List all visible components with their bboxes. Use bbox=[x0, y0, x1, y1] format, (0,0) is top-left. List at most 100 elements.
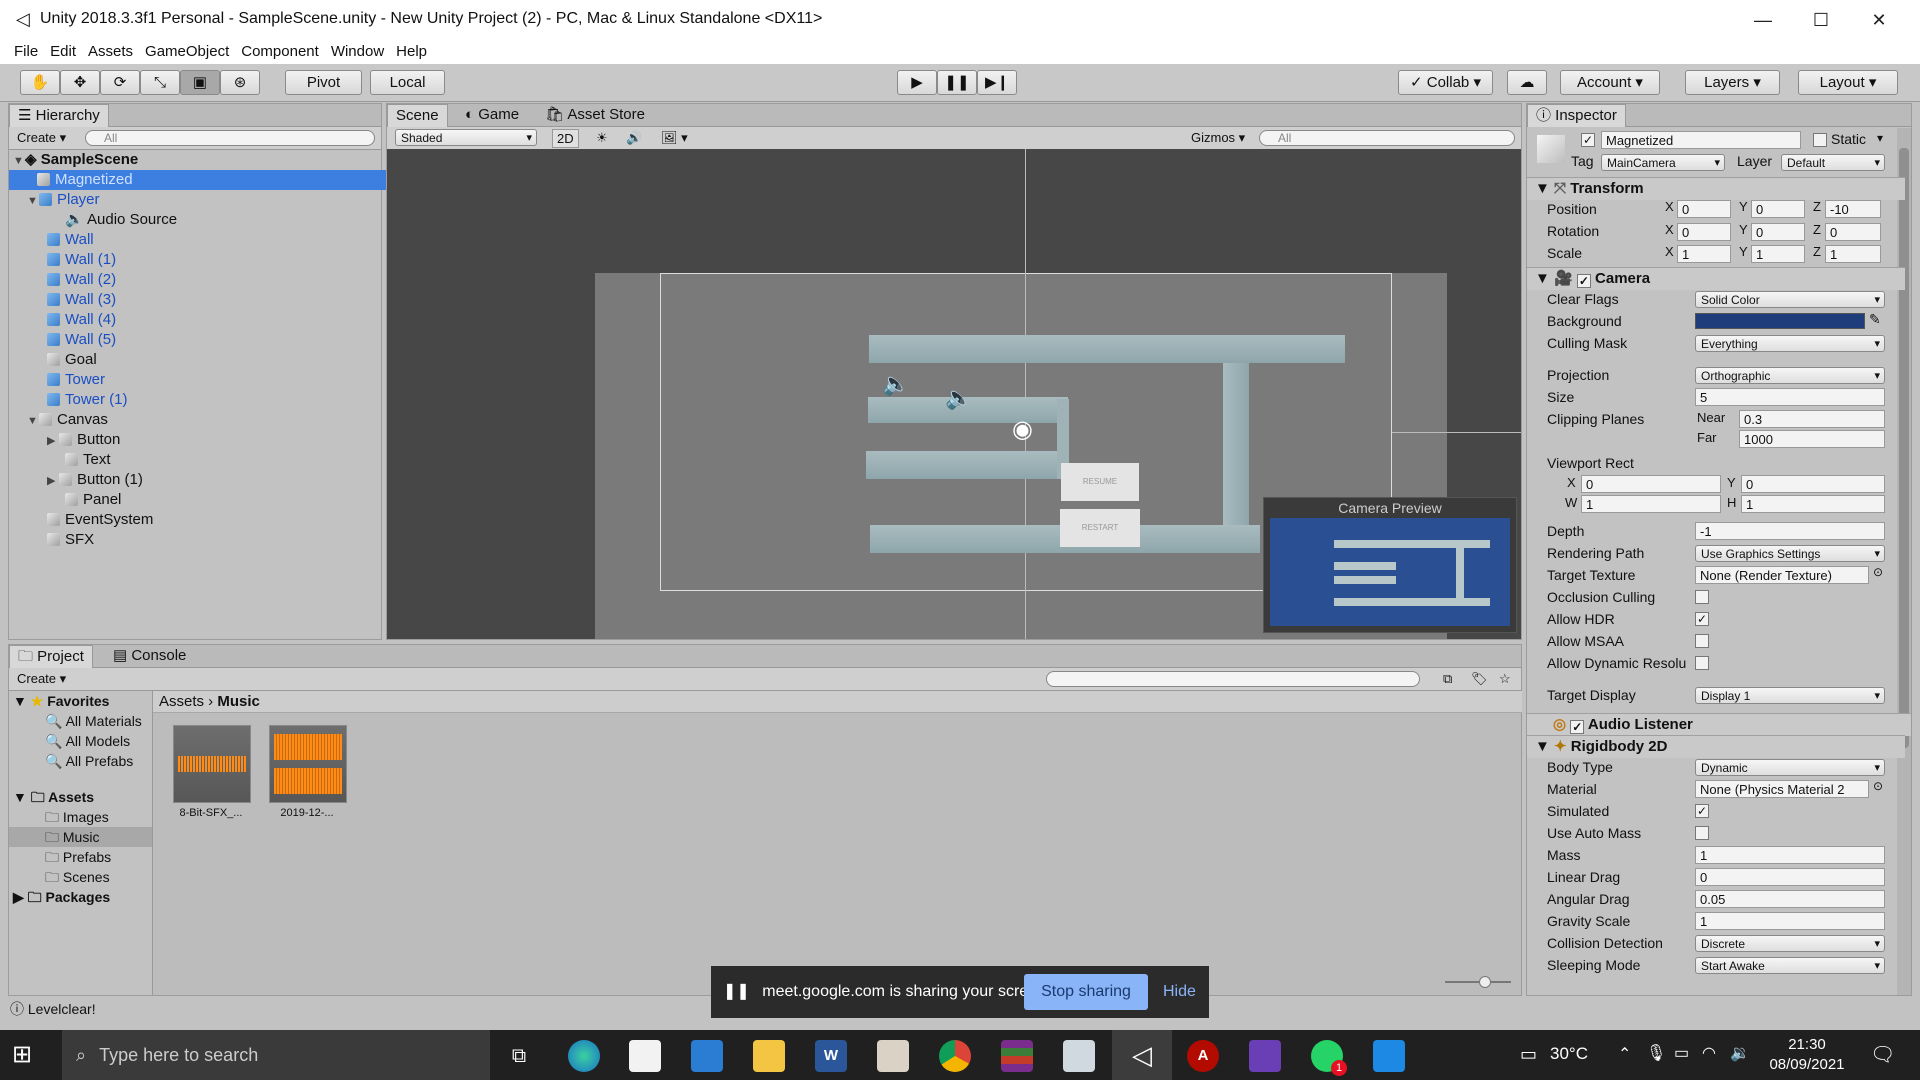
favorite-item[interactable]: 🔍 All Prefabs bbox=[9, 751, 133, 771]
linear-drag-field[interactable]: 0 bbox=[1695, 868, 1885, 886]
packages-folder[interactable]: ▶ 🗀 Packages bbox=[9, 887, 110, 907]
chevron-up-icon[interactable]: ⌃ bbox=[1618, 1044, 1631, 1064]
winrar-icon[interactable] bbox=[1001, 1040, 1033, 1072]
scale-z-field[interactable]: 1 bbox=[1825, 245, 1881, 263]
menu-assets[interactable]: Assets bbox=[82, 40, 139, 64]
microphone-icon[interactable]: 🎙 bbox=[1646, 1043, 1666, 1063]
hide-button[interactable]: Hide bbox=[1163, 966, 1196, 1018]
sleeping-mode-dropdown[interactable]: Start Awake bbox=[1695, 957, 1885, 974]
scene-viewport[interactable]: 🔈 🔈 ◉ RESUME RESTART Camera Preview bbox=[387, 149, 1521, 639]
assets-folder[interactable]: ▼ 🗀 Assets bbox=[9, 787, 94, 807]
zoom-slider[interactable] bbox=[1445, 976, 1511, 988]
rotation-x-field[interactable]: 0 bbox=[1677, 223, 1731, 241]
tab-game[interactable]: ◐ Game bbox=[457, 104, 527, 126]
tab-hierarchy[interactable]: ☰ Hierarchy bbox=[9, 104, 109, 127]
hierarchy-item[interactable]: Wall (4) bbox=[9, 310, 427, 330]
depth-field[interactable]: -1 bbox=[1695, 522, 1885, 540]
asset-tile[interactable]: 8-Bit-SFX_... bbox=[173, 725, 251, 819]
camera-header[interactable]: ▼ 🎥 ✓ Camera bbox=[1527, 267, 1905, 290]
stop-sharing-button[interactable]: Stop sharing bbox=[1024, 974, 1148, 1010]
rendering-path-dropdown[interactable]: Use Graphics Settings bbox=[1695, 545, 1885, 562]
hand-tool-button[interactable]: ✋ bbox=[20, 70, 60, 95]
target-texture-field[interactable]: None (Render Texture) bbox=[1695, 566, 1869, 584]
mail-icon[interactable] bbox=[691, 1040, 723, 1072]
lighting-toggle-icon[interactable]: ☀ bbox=[592, 129, 612, 146]
edge-icon[interactable] bbox=[568, 1040, 600, 1072]
object-picker-icon[interactable]: ⊙ bbox=[1873, 779, 1883, 793]
rotation-z-field[interactable]: 0 bbox=[1825, 223, 1881, 241]
rotate-tool-button[interactable]: ⟳ bbox=[100, 70, 140, 95]
play-button[interactable]: ▶ bbox=[897, 70, 937, 95]
hierarchy-item[interactable]: ▶ Button bbox=[9, 430, 427, 450]
transform-header[interactable]: ▼ ⤧ Transform bbox=[1527, 177, 1905, 200]
app-icon[interactable] bbox=[1063, 1040, 1095, 1072]
camera-enabled-checkbox[interactable]: ✓ bbox=[1576, 274, 1591, 288]
acrobat-icon[interactable]: A bbox=[1187, 1040, 1219, 1072]
near-field[interactable]: 0.3 bbox=[1739, 410, 1885, 428]
viewport-x-field[interactable]: 0 bbox=[1581, 475, 1721, 493]
filter-label-icon[interactable]: 🏷 bbox=[1467, 670, 1492, 687]
account-dropdown[interactable]: Account ▾ bbox=[1560, 70, 1660, 95]
start-button[interactable]: ⊞ bbox=[12, 1042, 38, 1068]
photos-icon[interactable] bbox=[1373, 1040, 1405, 1072]
target-display-dropdown[interactable]: Display 1 bbox=[1695, 687, 1885, 704]
hierarchy-item[interactable]: SFX bbox=[9, 530, 427, 550]
scale-y-field[interactable]: 1 bbox=[1751, 245, 1805, 263]
rotation-y-field[interactable]: 0 bbox=[1751, 223, 1805, 241]
2d-toggle[interactable]: 2D bbox=[552, 129, 579, 148]
photos-app-icon[interactable] bbox=[877, 1040, 909, 1072]
hierarchy-create-button[interactable]: Create ▾ bbox=[13, 129, 70, 146]
use-auto-mass-checkbox[interactable] bbox=[1695, 826, 1709, 840]
file-explorer-icon[interactable] bbox=[753, 1040, 785, 1072]
taskbar-search-input[interactable]: ⌕ Type here to search bbox=[62, 1030, 490, 1080]
tab-console[interactable]: ▤ Console bbox=[105, 645, 194, 667]
status-message[interactable]: Levelclear! bbox=[28, 1001, 96, 1017]
tag-dropdown[interactable]: MainCamera bbox=[1601, 154, 1725, 171]
hierarchy-item[interactable]: Wall (1) bbox=[9, 250, 427, 270]
inspector-scrollbar[interactable] bbox=[1897, 128, 1911, 995]
gravity-scale-field[interactable]: 1 bbox=[1695, 912, 1885, 930]
project-search-input[interactable] bbox=[1046, 671, 1420, 687]
breadcrumb-music[interactable]: Music bbox=[217, 693, 260, 710]
viewport-w-field[interactable]: 1 bbox=[1581, 495, 1721, 513]
temperature[interactable]: 30°C bbox=[1550, 1044, 1588, 1064]
collab-dropdown[interactable]: ✓ Collab ▾ bbox=[1398, 70, 1493, 95]
culling-mask-dropdown[interactable]: Everything bbox=[1695, 335, 1885, 352]
folder-item[interactable]: 🗀 Scenes bbox=[9, 867, 110, 887]
volume-icon[interactable]: 🔉 bbox=[1730, 1043, 1750, 1063]
asset-tile[interactable]: 2019-12-... bbox=[269, 725, 347, 819]
weather-icon[interactable]: ▭ bbox=[1520, 1044, 1537, 1065]
scale-x-field[interactable]: 1 bbox=[1677, 245, 1731, 263]
hierarchy-item[interactable]: Tower bbox=[9, 370, 427, 390]
menu-edit[interactable]: Edit bbox=[44, 40, 82, 64]
simulated-checkbox[interactable]: ✓ bbox=[1695, 804, 1709, 818]
static-checkbox[interactable] bbox=[1813, 133, 1827, 147]
step-button[interactable]: ▶❙ bbox=[977, 70, 1017, 95]
background-color-swatch[interactable] bbox=[1695, 313, 1865, 329]
menu-file[interactable]: File bbox=[8, 40, 44, 64]
audio-listener-checkbox[interactable]: ✓ bbox=[1570, 720, 1585, 734]
filter-type-icon[interactable]: ⧉ bbox=[1439, 670, 1456, 687]
menu-component[interactable]: Component bbox=[235, 40, 325, 64]
breadcrumb-assets[interactable]: Assets bbox=[159, 693, 204, 710]
maximize-button[interactable]: ☐ bbox=[1792, 0, 1850, 40]
pivot-toggle[interactable]: Pivot bbox=[285, 70, 362, 95]
menu-help[interactable]: Help bbox=[390, 40, 433, 64]
scene-root[interactable]: ▼◈ SampleScene bbox=[9, 150, 389, 170]
mass-field[interactable]: 1 bbox=[1695, 846, 1885, 864]
allow-dynamic-resolution-checkbox[interactable] bbox=[1695, 656, 1709, 670]
position-x-field[interactable]: 0 bbox=[1677, 200, 1731, 218]
hierarchy-item[interactable]: 🔈 Audio Source bbox=[9, 210, 445, 230]
scene-search-input[interactable]: All bbox=[1259, 130, 1515, 146]
menu-window[interactable]: Window bbox=[325, 40, 390, 64]
notifications-icon[interactable]: 🗨 bbox=[1870, 1042, 1895, 1067]
size-field[interactable]: 5 bbox=[1695, 388, 1885, 406]
hierarchy-item[interactable]: Wall (5) bbox=[9, 330, 427, 350]
hierarchy-item[interactable]: Magnetized bbox=[9, 170, 409, 190]
hierarchy-item[interactable]: ▼ Player bbox=[9, 190, 407, 210]
layout-dropdown[interactable]: Layout ▾ bbox=[1798, 70, 1898, 95]
minimize-button[interactable]: — bbox=[1734, 0, 1792, 40]
favorites-header[interactable]: ▼ ★ Favorites bbox=[9, 691, 109, 711]
angular-drag-field[interactable]: 0.05 bbox=[1695, 890, 1885, 908]
hierarchy-item[interactable]: Tower (1) bbox=[9, 390, 427, 410]
